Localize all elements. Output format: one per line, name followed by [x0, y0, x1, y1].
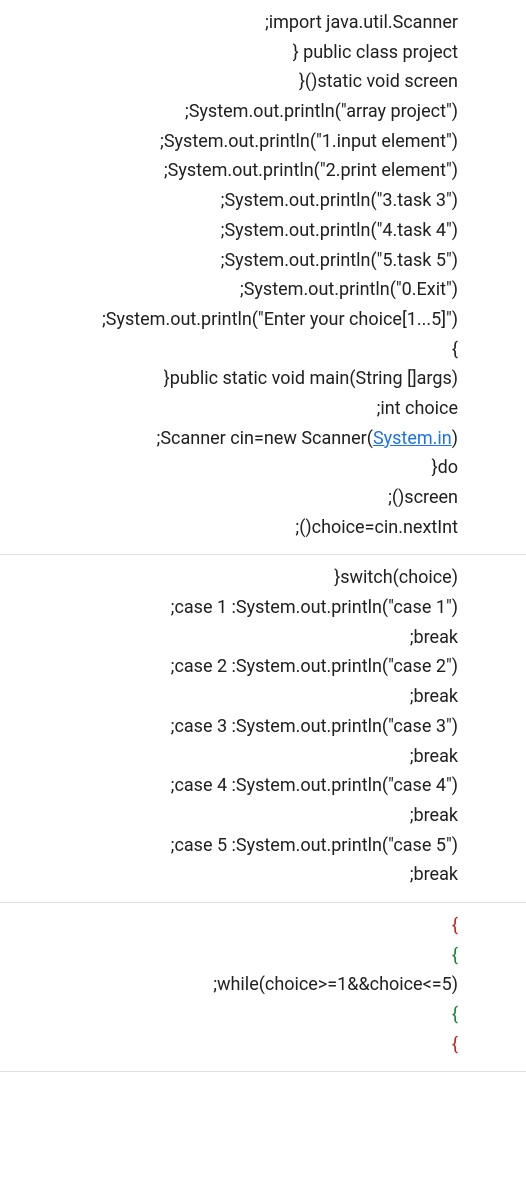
code-line: ;break [20, 801, 506, 831]
code-line: ;()screen [20, 483, 506, 513]
code-line: { [20, 911, 506, 941]
code-line: ;import java.util.Scanner [20, 8, 506, 38]
code-text: ;case 2 :System.out.println("case 2") [171, 656, 458, 677]
code-line: ;case 4 :System.out.println("case 4") [20, 771, 506, 801]
code-line: ;case 2 :System.out.println("case 2") [20, 652, 506, 682]
code-text: ;System.out.println("1.input element") [160, 131, 458, 152]
code-text: ;case 5 :System.out.println("case 5") [171, 835, 458, 856]
code-text: } public class project [293, 42, 458, 63]
code-line: }switch(choice) [20, 563, 506, 593]
code-text: { [452, 1004, 458, 1025]
code-line: }public static void main(String []args) [20, 364, 506, 394]
code-line: } public class project [20, 38, 506, 68]
link-text[interactable]: System.in [373, 428, 452, 449]
code-line: ;case 1 :System.out.println("case 1") [20, 593, 506, 623]
code-line: ;System.out.println("4.task 4") [20, 216, 506, 246]
code-line: ;System.out.println("1.input element") [20, 127, 506, 157]
code-text: ;while(choice>=1&&choice<=5) [213, 974, 458, 995]
code-text: ;()choice=cin.nextInt [295, 517, 458, 538]
code-text: ) [452, 428, 458, 449]
code-text: ;break [410, 805, 458, 826]
code-text: { [452, 1034, 458, 1055]
code-text: ;break [410, 686, 458, 707]
code-line: ;System.out.println("array project") [20, 97, 506, 127]
code-text: ;System.out.println("4.task 4") [221, 220, 458, 241]
code-text: { [452, 915, 458, 936]
code-text: ;()screen [388, 487, 458, 508]
code-text: }switch(choice) [334, 567, 458, 588]
code-text: ;import java.util.Scanner [265, 12, 458, 33]
code-line: ;int choice [20, 394, 506, 424]
code-section-3: { { ;while(choice>=1&&choice<=5) { { [0, 903, 526, 1072]
code-text: { [452, 339, 458, 360]
code-text: ;System.out.println("0.Exit") [240, 279, 458, 300]
code-text: ;System.out.println("Enter your choice[1… [102, 309, 458, 330]
code-text: ;case 3 :System.out.println("case 3") [171, 716, 458, 737]
code-text: ;System.out.println("2.print element") [164, 160, 458, 181]
code-line: ;break [20, 623, 506, 653]
code-line: ;Scanner cin=new Scanner(System.in) [20, 424, 506, 454]
code-section-1: ;import java.util.Scanner } public class … [0, 0, 526, 555]
code-line: ;case 5 :System.out.println("case 5") [20, 831, 506, 861]
code-line: ;System.out.println("3.task 3") [20, 186, 506, 216]
code-text: ;break [410, 864, 458, 885]
code-section-2: }switch(choice) ;case 1 :System.out.print… [0, 555, 526, 903]
code-line: ;break [20, 860, 506, 890]
code-line: ;System.out.println("0.Exit") [20, 275, 506, 305]
code-text: }public static void main(String []args) [164, 368, 458, 389]
code-line: { [20, 941, 506, 971]
code-line: }do [20, 453, 506, 483]
code-text: }do [431, 457, 458, 478]
code-text: ;System.out.println("3.task 3") [221, 190, 458, 211]
code-text: { [452, 945, 458, 966]
code-text: }()static void screen [299, 71, 458, 92]
code-text: ;Scanner cin=new Scanner( [157, 428, 373, 449]
code-line: ;System.out.println("5.task 5") [20, 246, 506, 276]
code-text: ;int choice [377, 398, 458, 419]
code-text: ;break [410, 746, 458, 767]
code-text: ;System.out.println("5.task 5") [221, 250, 458, 271]
code-line: ;while(choice>=1&&choice<=5) [20, 970, 506, 1000]
code-line: { [20, 335, 506, 365]
code-line: ;System.out.println("Enter your choice[1… [20, 305, 506, 335]
code-line: { [20, 1000, 506, 1030]
code-line: ;break [20, 742, 506, 772]
code-text: ;System.out.println("array project") [185, 101, 458, 122]
code-line: ;()choice=cin.nextInt [20, 513, 506, 543]
code-line: }()static void screen [20, 67, 506, 97]
code-line: { [20, 1030, 506, 1060]
code-text: ;case 4 :System.out.println("case 4") [171, 775, 458, 796]
code-line: ;System.out.println("2.print element") [20, 156, 506, 186]
code-text: ;case 1 :System.out.println("case 1") [171, 597, 458, 618]
code-line: ;break [20, 682, 506, 712]
code-line: ;case 3 :System.out.println("case 3") [20, 712, 506, 742]
code-text: ;break [410, 627, 458, 648]
